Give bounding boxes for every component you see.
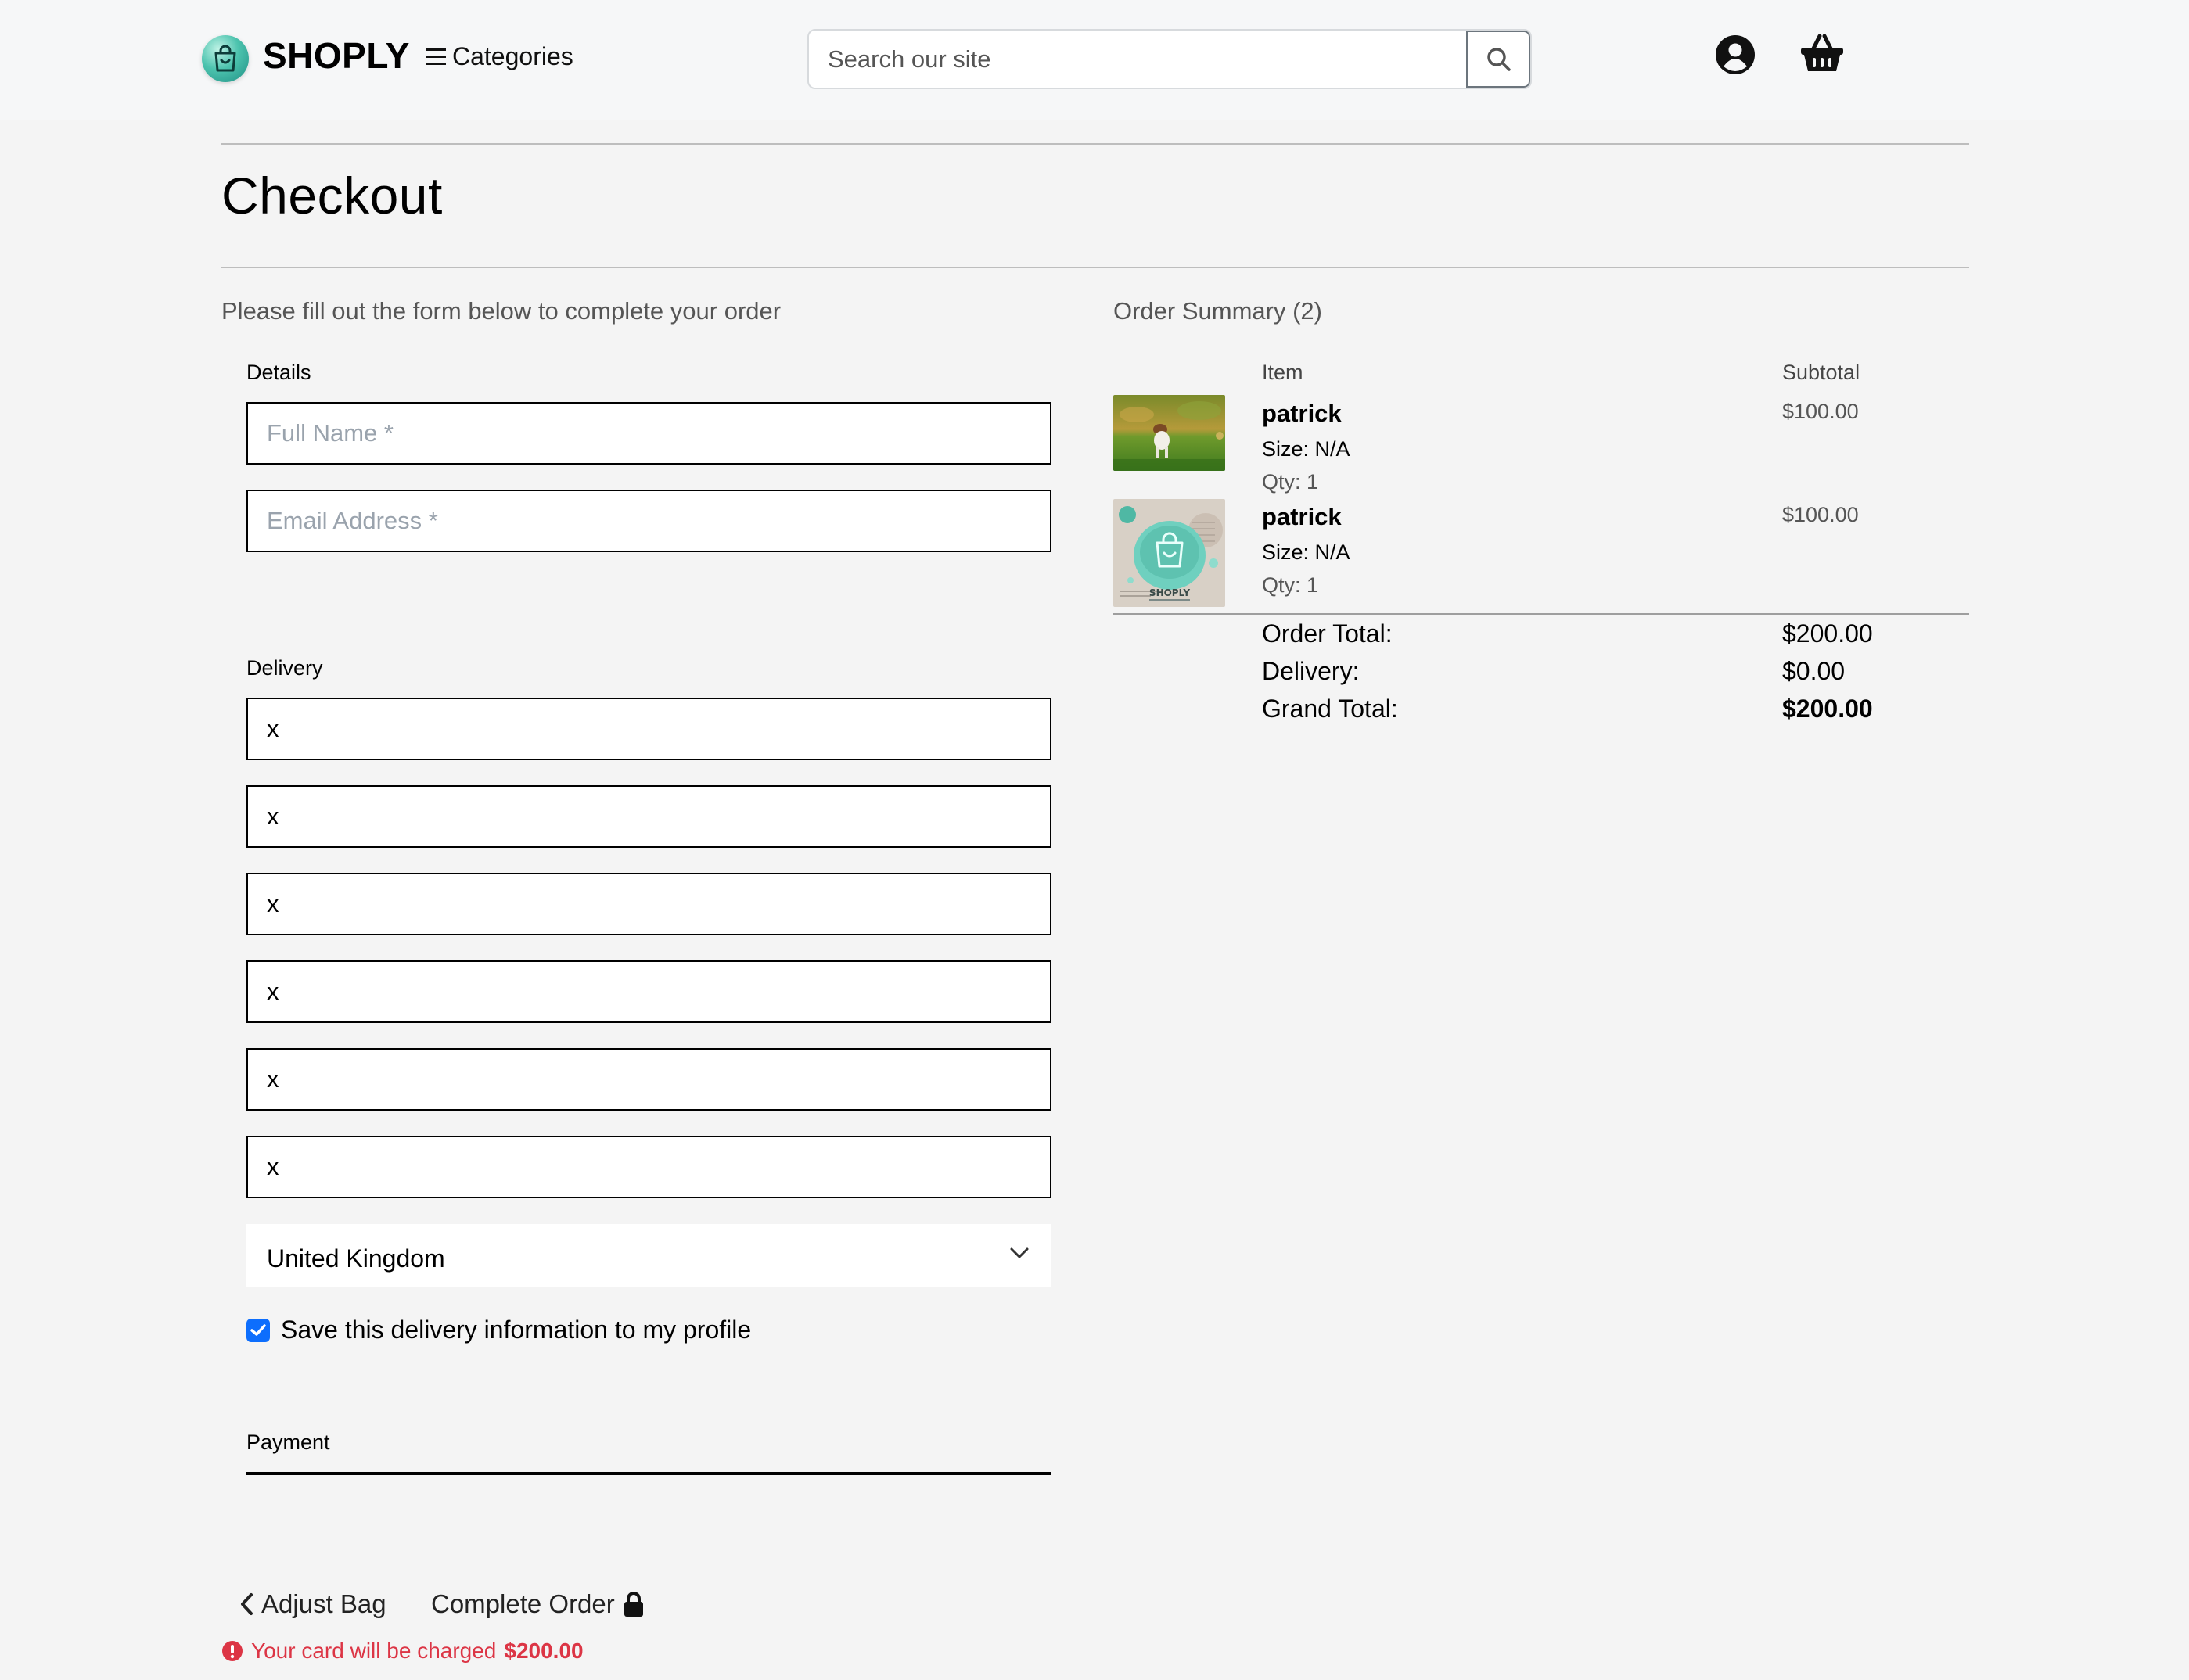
hamburger-icon: [426, 48, 446, 66]
complete-order-button[interactable]: Complete Order: [431, 1589, 645, 1619]
product-thumbnail-dog[interactable]: [1113, 395, 1225, 471]
shoply-logo-icon[interactable]: [202, 35, 249, 82]
item-qty: Qty: 1: [1262, 573, 1319, 597]
page-title: Checkout: [221, 167, 443, 224]
search-bar: [807, 29, 1532, 89]
save-delivery-label: Save this delivery information to my pro…: [281, 1316, 752, 1344]
country-select[interactable]: United Kingdom: [246, 1224, 1051, 1287]
shopping-basket-icon[interactable]: [1799, 33, 1845, 77]
adjust-bag-link[interactable]: Adjust Bag: [239, 1589, 386, 1619]
svg-text:SHOPLY: SHOPLY: [1149, 587, 1190, 598]
delivery-address1-input[interactable]: [246, 785, 1051, 848]
email-input[interactable]: [246, 490, 1051, 552]
delivery-cost-label: Delivery:: [1262, 657, 1360, 685]
item-subtotal: $100.00: [1782, 503, 1859, 526]
grand-total-value: $200.00: [1782, 695, 1873, 723]
order-summary-heading: Order Summary (2): [1113, 297, 1322, 325]
save-delivery-row: Save this delivery information to my pro…: [246, 1316, 751, 1344]
exclamation-circle-icon: [222, 1641, 243, 1661]
item-column-header: Item: [1262, 361, 1303, 384]
order-total-label: Order Total:: [1262, 619, 1393, 648]
lock-icon: [624, 1592, 643, 1617]
adjust-bag-label: Adjust Bag: [261, 1589, 386, 1618]
payment-section-label: Payment: [246, 1431, 330, 1454]
subtotal-column-header: Subtotal: [1782, 361, 1860, 384]
search-icon: [1487, 47, 1511, 71]
details-section-label: Details: [246, 361, 311, 384]
categories-menu-button[interactable]: Categories: [426, 42, 573, 71]
title-bottom-divider: [221, 267, 1969, 268]
title-top-divider: [221, 143, 1969, 145]
complete-order-label: Complete Order: [431, 1589, 615, 1618]
delivery-town-input[interactable]: [246, 960, 1051, 1023]
delivery-cost-value: $0.00: [1782, 657, 1846, 685]
grand-total-label: Grand Total:: [1262, 695, 1398, 723]
search-input[interactable]: [809, 31, 1468, 88]
charge-warning-text: Your card will be charged: [251, 1639, 497, 1663]
item-name: patrick: [1262, 400, 1342, 427]
full-name-input[interactable]: [246, 402, 1051, 465]
top-navbar: SHOPLY Categories: [0, 0, 2189, 120]
item-qty: Qty: 1: [1262, 470, 1319, 494]
categories-label: Categories: [452, 42, 573, 70]
item-size: Size: N/A: [1262, 437, 1350, 461]
totals-divider: [1113, 613, 1969, 615]
form-intro-text: Please fill out the form below to comple…: [221, 297, 782, 325]
delivery-phone-input[interactable]: [246, 698, 1051, 760]
delivery-county-input[interactable]: [246, 1048, 1051, 1111]
search-button[interactable]: [1466, 31, 1530, 88]
item-subtotal: $100.00: [1782, 400, 1859, 423]
charge-warning: Your card will be charged $200.00: [221, 1639, 584, 1664]
country-selected-value: United Kingdom: [267, 1244, 445, 1273]
delivery-address2-input[interactable]: [246, 873, 1051, 935]
save-delivery-checkbox[interactable]: [246, 1318, 270, 1342]
brand-name[interactable]: SHOPLY: [263, 34, 410, 77]
checkmark-icon: [250, 1323, 266, 1336]
item-name: patrick: [1262, 503, 1342, 530]
product-thumbnail-shoply[interactable]: SHOPLY: [1113, 499, 1225, 607]
chevron-left-icon: [241, 1593, 253, 1615]
item-size: Size: N/A: [1262, 540, 1350, 564]
card-element[interactable]: [246, 1472, 1051, 1475]
delivery-postcode-input[interactable]: [246, 1136, 1051, 1198]
account-icon[interactable]: [1715, 34, 1756, 79]
chevron-down-icon: [1010, 1247, 1029, 1258]
charge-amount: $200.00: [504, 1639, 584, 1663]
order-total-value: $200.00: [1782, 619, 1873, 648]
delivery-section-label: Delivery: [246, 656, 323, 680]
